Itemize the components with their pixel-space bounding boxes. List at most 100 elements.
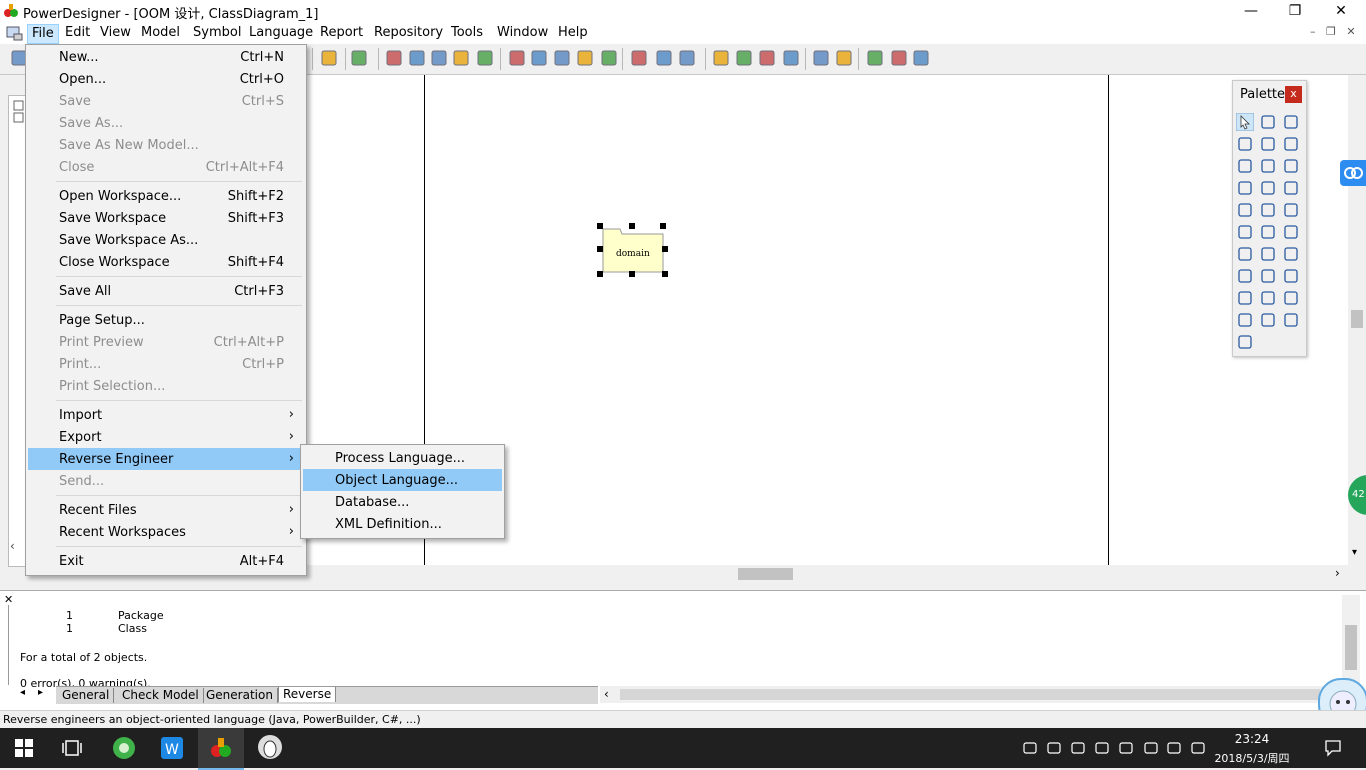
clock-time[interactable]: 23:24 — [1222, 732, 1282, 746]
file-menu-item-reverse-engineer[interactable]: Reverse Engineer › — [28, 448, 304, 470]
scroll-right-icon[interactable]: › — [1335, 566, 1340, 580]
dependency-icon[interactable] — [1236, 223, 1254, 241]
shield-icon[interactable] — [1190, 740, 1206, 756]
interface-icon[interactable] — [1236, 179, 1254, 197]
pointer-icon[interactable] — [1236, 113, 1254, 131]
browser-app-icon[interactable] — [112, 736, 136, 760]
menu-view[interactable]: View — [96, 24, 135, 42]
file-menu-item-save-all[interactable]: Save All Ctrl+F3 — [28, 280, 304, 302]
realization-icon[interactable] — [1259, 223, 1277, 241]
windows-start-icon[interactable] — [15, 739, 33, 757]
wps-app-icon[interactable]: W — [160, 736, 184, 760]
selection-handle[interactable] — [597, 246, 603, 252]
file-menu-item-recent-files[interactable]: Recent Files › — [28, 499, 304, 521]
cloud-drive-icon[interactable] — [1046, 740, 1062, 756]
horizontal-scrollbar[interactable]: › — [185, 565, 1348, 583]
vertical-scroll-thumb[interactable] — [1351, 310, 1363, 328]
menu-model[interactable]: Model — [137, 24, 184, 42]
paste-icon[interactable] — [452, 49, 470, 67]
cloud-sync-icon[interactable] — [1022, 740, 1038, 756]
bring-front-icon[interactable] — [758, 49, 776, 67]
selection-handle[interactable] — [662, 246, 668, 252]
find-icon[interactable] — [553, 49, 571, 67]
font-icon[interactable] — [866, 49, 884, 67]
tab-hscroll-thumb[interactable] — [620, 689, 1320, 700]
document-menu-icon[interactable] — [6, 25, 24, 41]
menu-edit[interactable]: Edit — [61, 24, 94, 42]
line-icon[interactable] — [1236, 289, 1254, 307]
tab-hscroll-left-icon[interactable]: ‹ — [604, 687, 609, 701]
selection-handle[interactable] — [597, 271, 603, 277]
action-center-icon[interactable] — [1324, 739, 1342, 757]
menu-tools[interactable]: Tools — [447, 24, 487, 42]
tab-scroll-left-icon[interactable]: ◂ — [20, 687, 25, 698]
package-symbol[interactable]: domain — [597, 223, 668, 277]
security-plus-icon[interactable] — [1094, 740, 1110, 756]
tab-hscroll[interactable]: ‹ — [600, 686, 1340, 703]
arc-icon[interactable] — [1259, 289, 1277, 307]
menu-language[interactable]: Language — [245, 24, 317, 42]
polyline-icon[interactable] — [1282, 311, 1300, 329]
menu-report[interactable]: Report — [316, 24, 367, 42]
penguin-app-icon[interactable] — [257, 734, 283, 760]
file-menu-item-new[interactable]: New... Ctrl+N — [28, 46, 304, 68]
file-icon[interactable] — [1259, 245, 1277, 263]
reverse-menu-item-database[interactable]: Database... — [303, 491, 502, 513]
tab-generation[interactable]: Generation — [202, 688, 278, 703]
menu-repository[interactable]: Repository — [370, 24, 447, 42]
ellipse-icon[interactable] — [1236, 311, 1254, 329]
tab-scroll-right-icon[interactable]: ▸ — [38, 687, 43, 698]
powerdesigner-taskbar-button[interactable] — [198, 728, 244, 770]
menu-file[interactable]: File — [27, 24, 59, 44]
selection-handle[interactable] — [662, 271, 668, 277]
rounded-rect-icon[interactable] — [1259, 311, 1277, 329]
tab-general[interactable]: General — [58, 688, 115, 703]
print-icon[interactable] — [385, 49, 403, 67]
reverse-menu-item-process-language[interactable]: Process Language... — [303, 447, 502, 469]
cut-icon[interactable] — [408, 49, 426, 67]
close-button[interactable]: ✕ — [1318, 0, 1364, 22]
delete-icon[interactable] — [1236, 157, 1254, 175]
file-menu-item-page-setup[interactable]: Page Setup... — [28, 309, 304, 331]
palette-close-button[interactable]: x — [1285, 86, 1302, 103]
output-scrollbar[interactable] — [1342, 595, 1360, 685]
aggregation-icon[interactable] — [1259, 201, 1277, 219]
restore-button[interactable]: ❐ — [1272, 0, 1318, 22]
lifeline-icon[interactable] — [1259, 267, 1277, 285]
menu-window[interactable]: Window — [493, 24, 552, 42]
selection-handle[interactable] — [629, 223, 635, 229]
polygon-icon[interactable] — [1236, 333, 1254, 351]
file-menu-item-exit[interactable]: Exit Alt+F4 — [28, 550, 304, 572]
mdi-restore-icon[interactable]: ❐ — [1326, 25, 1336, 38]
open-diagram-icon[interactable] — [1259, 135, 1277, 153]
file-menu-item-export[interactable]: Export › — [28, 426, 304, 448]
fill-icon[interactable] — [835, 49, 853, 67]
menu-help[interactable]: Help — [554, 24, 592, 42]
selection-handle[interactable] — [629, 271, 635, 277]
properties-icon[interactable] — [530, 49, 548, 67]
grabber-icon[interactable] — [1259, 113, 1277, 131]
mdi-minimize-icon[interactable]: – — [1310, 25, 1316, 38]
file-menu-item-save-workspace-as[interactable]: Save Workspace As... — [28, 229, 304, 251]
left-arrow-icon[interactable] — [912, 49, 930, 67]
check-model-icon[interactable] — [655, 49, 673, 67]
association-icon[interactable] — [1236, 201, 1254, 219]
zoom-out-icon[interactable] — [1236, 135, 1254, 153]
group-icon[interactable] — [890, 49, 908, 67]
output-icon[interactable] — [600, 49, 618, 67]
port-icon[interactable] — [1259, 179, 1277, 197]
inner-link-icon[interactable] — [1282, 223, 1300, 241]
title-icon[interactable] — [1282, 267, 1300, 285]
redo-icon[interactable] — [508, 49, 526, 67]
scroll-down-icon[interactable]: ▾ — [1352, 547, 1357, 558]
cloud-widget-icon[interactable] — [1340, 160, 1366, 186]
save-icon[interactable] — [350, 49, 368, 67]
tab-check-model[interactable]: Check Model — [118, 688, 204, 703]
file-menu-item-recent-workspaces[interactable]: Recent Workspaces › — [28, 521, 304, 543]
pen-icon[interactable] — [812, 49, 830, 67]
copy-icon[interactable] — [430, 49, 448, 67]
volume-icon[interactable] — [1166, 740, 1182, 756]
output-text-area[interactable]: 1 Package 1 Class For a total of 2 objects.… — [18, 595, 1340, 690]
browser-icon[interactable] — [576, 49, 594, 67]
file-menu-item-save-workspace[interactable]: Save Workspace Shift+F3 — [28, 207, 304, 229]
